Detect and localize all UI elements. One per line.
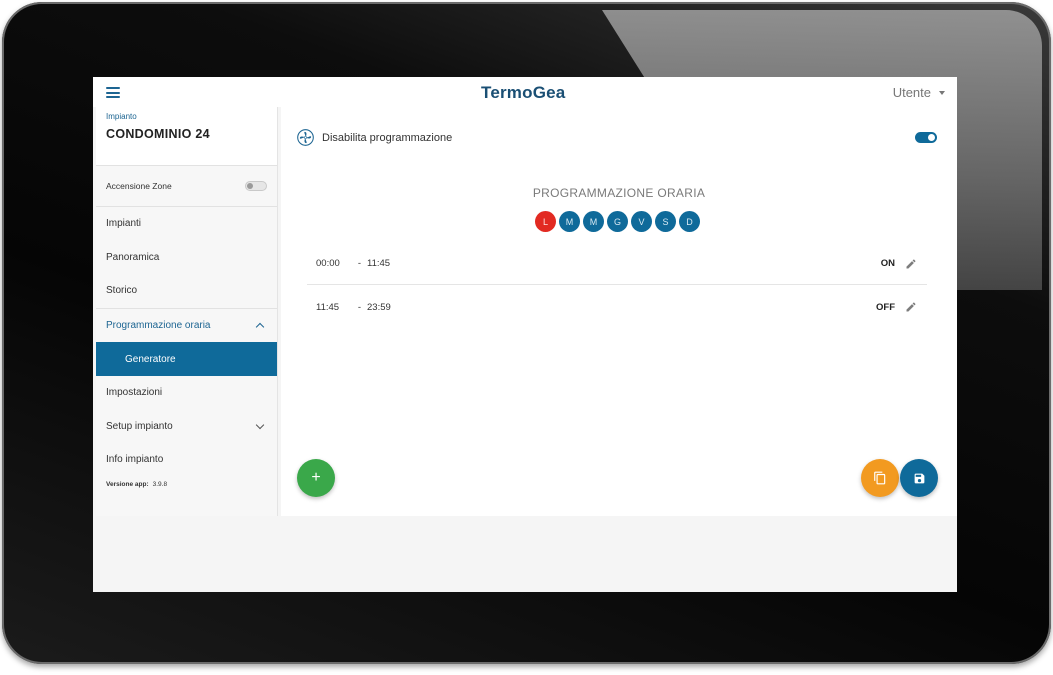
time-slot-row: 11:45 - 23:59 OFF — [307, 286, 927, 328]
slot-start-time: 00:00 — [316, 258, 340, 269]
sidebar-item-generatore[interactable]: Generatore — [96, 342, 277, 376]
toggle-knob — [247, 183, 253, 189]
day-button-giovedi[interactable]: G — [607, 211, 628, 232]
user-label: Utente — [892, 85, 931, 100]
plus-icon: + — [311, 469, 321, 486]
version-value: 3.9.8 — [152, 480, 168, 488]
toggle-knob — [928, 134, 935, 141]
pencil-icon[interactable] — [905, 301, 917, 313]
slot-state: ON — [880, 258, 895, 269]
fan-icon — [297, 129, 314, 146]
chevron-down-icon — [255, 420, 265, 430]
sidebar-item-label: Impostazioni — [106, 387, 163, 399]
disable-schedule-row: Disabilita programmazione — [297, 129, 452, 146]
copy-icon — [874, 471, 886, 485]
screen-empty-area — [93, 516, 957, 592]
zones-label: Accensione Zone — [106, 181, 172, 191]
save-icon — [914, 473, 924, 483]
app-version: Versione app: 3.9.8 — [96, 477, 277, 492]
schedule-title: PROGRAMMAZIONE ORARIA — [532, 186, 706, 200]
sidebar-item-setup-impianto[interactable]: Setup impianto — [96, 410, 277, 444]
day-button-domenica[interactable]: D — [679, 211, 700, 232]
sidebar-item-label: Setup impianto — [106, 420, 173, 432]
sidebar-item-panoramica[interactable]: Panoramica — [96, 241, 277, 275]
sidebar-item-programmazione-oraria[interactable]: Programmazione oraria — [96, 309, 277, 343]
disable-schedule-label: Disabilita programmazione — [322, 131, 453, 144]
zones-toggle[interactable] — [245, 181, 267, 191]
sidebar: Impianto CONDOMINIO 24 Accensione Zone I… — [96, 107, 278, 516]
day-button-mercoledi[interactable]: M — [583, 211, 604, 232]
sidebar-item-label: Impianti — [106, 218, 142, 230]
slot-end-time: 11:45 — [367, 258, 391, 269]
plant-name: CONDOMINIO 24 — [106, 127, 210, 141]
app-header: TermoGea Utente — [93, 77, 957, 107]
menu-icon[interactable] — [106, 87, 120, 98]
plant-label: Impianto — [106, 112, 137, 121]
day-button-martedi[interactable]: M — [559, 211, 580, 232]
sidebar-item-storico[interactable]: Storico — [96, 274, 277, 308]
chevron-up-icon — [255, 322, 265, 332]
sidebar-item-label: Info impianto — [106, 454, 164, 466]
sidebar-item-label: Generatore — [125, 353, 176, 365]
sidebar-item-impostazioni[interactable]: Impostazioni — [96, 376, 277, 410]
save-button[interactable] — [900, 459, 938, 497]
brand-logo: TermoGea — [481, 83, 566, 102]
app-screen: TermoGea Utente Impianto CONDOMINIO 24 A… — [93, 77, 957, 592]
slot-start-time: 11:45 — [316, 301, 340, 313]
slot-separator: - — [357, 301, 362, 313]
time-slot-row: 00:00 - 11:45 ON — [307, 243, 927, 285]
zones-row: Accensione Zone — [96, 166, 277, 207]
day-selector: L M M G V S D — [535, 211, 700, 232]
sidebar-item-info-impianto[interactable]: Info impianto — [96, 443, 277, 477]
sidebar-item-impianti[interactable]: Impianti — [96, 207, 277, 241]
user-menu[interactable]: Utente — [893, 85, 945, 100]
sidebar-item-label: Storico — [106, 285, 138, 297]
sidebar-item-label: Panoramica — [106, 251, 160, 263]
day-button-lunedi[interactable]: L — [535, 211, 556, 232]
caret-down-icon — [939, 90, 945, 95]
sidebar-item-label: Programmazione oraria — [106, 320, 211, 332]
version-label: Versione app: — [106, 480, 149, 488]
day-button-sabato[interactable]: S — [655, 211, 676, 232]
add-slot-button[interactable]: + — [297, 459, 335, 497]
plant-box: Impianto CONDOMINIO 24 — [96, 107, 277, 166]
copy-button[interactable] — [861, 459, 899, 497]
main-panel: Disabilita programmazione PROGRAMMAZIONE… — [281, 107, 957, 516]
disable-schedule-toggle[interactable] — [915, 132, 937, 143]
slot-end-time: 23:59 — [367, 301, 391, 313]
slot-separator: - — [357, 258, 362, 269]
pencil-icon[interactable] — [905, 258, 917, 270]
day-button-venerdi[interactable]: V — [631, 211, 652, 232]
slot-state: OFF — [876, 301, 895, 313]
